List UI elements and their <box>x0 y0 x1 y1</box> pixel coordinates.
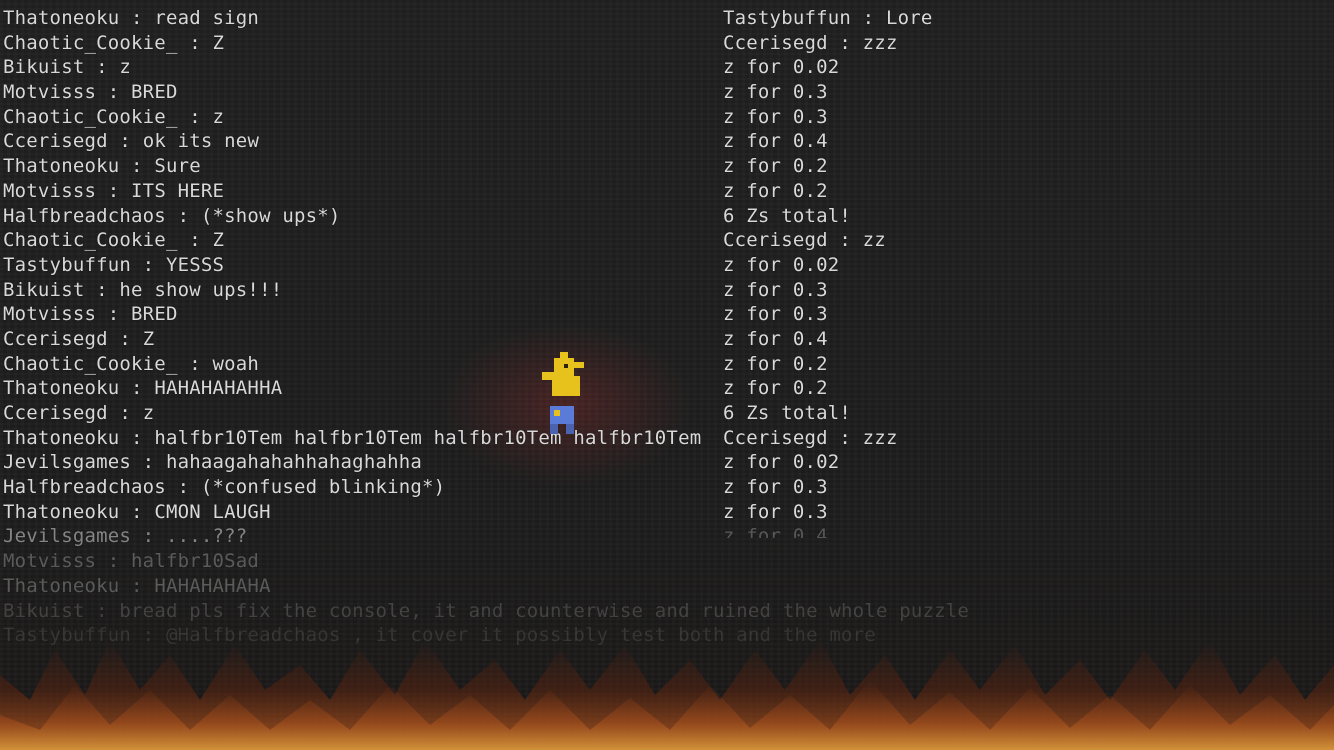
character-body <box>550 406 574 424</box>
chat-line: Bikuist : z <box>3 56 132 79</box>
chat-line: Jevilsgames : ....??? <box>3 525 248 548</box>
chat-line: 6 Zs total! <box>723 204 852 227</box>
chat-line: Ccerisegd : zzz <box>723 426 898 449</box>
chat-line: Chaotic_Cookie_ : woah <box>3 352 260 375</box>
chat-line: z for 0.2 <box>723 155 828 178</box>
character-eye <box>564 364 568 368</box>
chat-line: Motvisss : ITS HERE <box>3 179 225 202</box>
chat-line: Motvisss : BRED <box>3 303 178 326</box>
chat-line: z for 0.02 <box>723 253 840 276</box>
game-screen: Thatoneoku : read sign Chaotic_Cookie_ :… <box>0 0 1334 750</box>
chat-line: Thatoneoku : HAHAHAHAHHA <box>3 377 283 400</box>
character-torso <box>552 376 580 396</box>
chat-line: z for 0.02 <box>723 451 840 474</box>
chat-line: Ccerisegd : z <box>3 402 155 424</box>
chat-line: Bikuist : bread pls fix the console, it … <box>3 599 970 622</box>
chat-line: Chaotic_Cookie_ : z <box>3 105 225 128</box>
chat-line: Motvisss : BRED <box>3 81 178 104</box>
character-snout <box>574 362 584 368</box>
chat-line: 6 Zs total! <box>723 402 852 424</box>
chat-line: Ccerisegd : Z <box>3 327 155 350</box>
chat-line: z for 0.4 <box>723 327 828 350</box>
chat-line: z for 0.4 <box>723 130 828 153</box>
fire-flames-front <box>0 680 1334 750</box>
chat-line: z for 0.3 <box>723 81 828 104</box>
character-hand <box>554 410 560 416</box>
chat-line: Tastybuffun : Lore <box>723 7 933 29</box>
chat-line: Tastybuffun : YESSS <box>3 253 225 276</box>
chat-line: Ccerisegd : ok its new <box>3 130 260 153</box>
fire-flames-back <box>0 640 1334 750</box>
chat-line: z for 0.02 <box>723 56 840 79</box>
chat-line: Ccerisegd : zzz <box>723 31 898 54</box>
chat-line: z for 0.3 <box>723 500 828 523</box>
chat-line: z for 0.2 <box>723 179 828 202</box>
chat-line: Motvisss : halfbr10Sad <box>3 550 260 573</box>
chat-line: Chaotic_Cookie_ : Z <box>3 229 225 252</box>
chat-line: Halfbreadchaos : (*confused blinking*) <box>3 476 446 499</box>
chat-line: z for 0.4 <box>723 525 828 539</box>
chat-line: z for 0.2 <box>723 352 828 375</box>
chat-overlay-right: Tastybuffun : Lore Ccerisegd : zzz z for… <box>723 6 1323 538</box>
character-leg-left <box>550 424 558 434</box>
character-leg-right <box>566 424 574 434</box>
chat-line: z for 0.3 <box>723 105 828 128</box>
chat-line: Thatoneoku : CMON LAUGH <box>3 500 271 523</box>
chat-overlay-left: Thatoneoku : read sign Chaotic_Cookie_ :… <box>3 6 970 648</box>
chat-line: Halfbreadchaos : (*show ups*) <box>3 204 341 227</box>
chat-line: Chaotic_Cookie_ : Z <box>3 31 225 54</box>
chat-line: z for 0.3 <box>723 476 828 499</box>
chat-line: Thatoneoku : read sign <box>3 7 260 29</box>
chat-line: Thatoneoku : halfbr10Tem halfbr10Tem hal… <box>3 426 702 449</box>
chat-line: Thatoneoku : HAHAHAHAHA <box>3 574 271 597</box>
yellow-pixel-character-sprite <box>542 352 584 434</box>
chat-line: Bikuist : he show ups!!! <box>3 278 283 301</box>
chat-line: z for 0.2 <box>723 377 828 400</box>
chat-line: Thatoneoku : Sure <box>3 155 201 178</box>
chat-line: Jevilsgames : hahaagahahahhahaghahha <box>3 451 423 474</box>
chat-line: z for 0.3 <box>723 303 828 326</box>
chat-line: z for 0.3 <box>723 278 828 301</box>
chat-line: Tastybuffun : @Halfbreadchaos , it cover… <box>3 624 876 647</box>
chat-line: Ccerisegd : zz <box>723 229 886 252</box>
